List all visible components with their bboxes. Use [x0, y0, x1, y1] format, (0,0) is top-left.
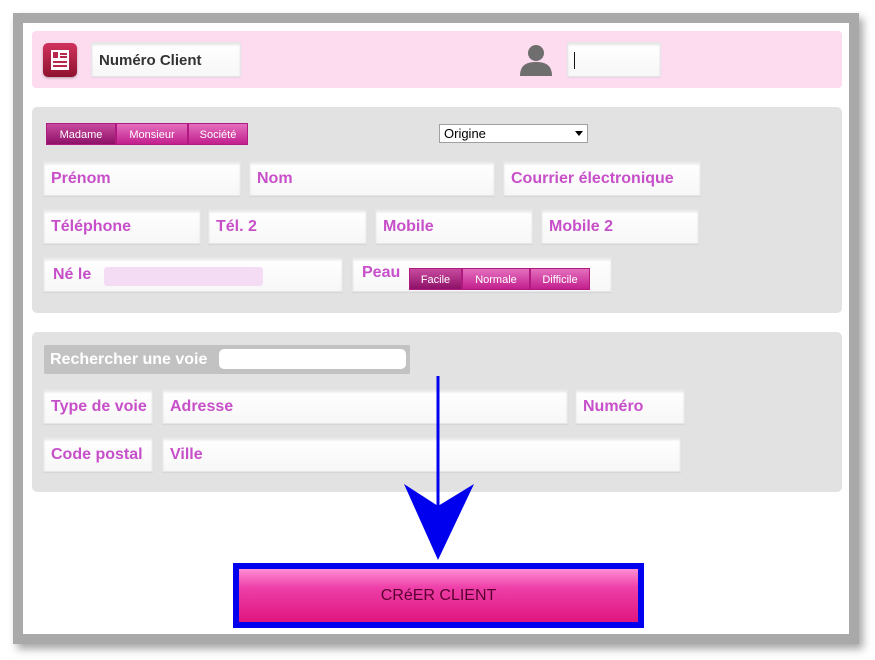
civility-madame[interactable]: Madame: [46, 123, 116, 145]
client-card-icon[interactable]: [43, 43, 77, 77]
birth-date-label: Né le: [53, 266, 92, 283]
first-name-field[interactable]: Prénom: [43, 161, 241, 196]
user-icon: [518, 42, 554, 76]
street-search-bar: Rechercher une voie: [44, 345, 410, 374]
street-search-label: Rechercher une voie: [50, 351, 208, 368]
address-field[interactable]: Adresse: [162, 389, 568, 424]
chevron-down-icon: [575, 131, 583, 136]
mobile-field[interactable]: Mobile: [375, 209, 533, 244]
phone2-field[interactable]: Tél. 2: [208, 209, 367, 244]
postal-code-field[interactable]: Code postal: [43, 437, 153, 472]
skin-type-label: Peau: [362, 264, 401, 281]
skin-normale[interactable]: Normale: [462, 268, 530, 290]
birth-date-group: Né le: [43, 257, 343, 292]
arrow-down-icon: [404, 376, 474, 560]
street-number-field[interactable]: Numéro: [575, 389, 685, 424]
civility-societe[interactable]: Société: [188, 123, 248, 145]
last-name-field[interactable]: Nom: [249, 161, 495, 196]
skin-difficile[interactable]: Difficile: [530, 268, 590, 290]
create-client-button[interactable]: CRéER CLIENT: [233, 563, 644, 628]
civility-monsieur[interactable]: Monsieur: [116, 123, 188, 145]
birth-date-input[interactable]: [104, 267, 263, 286]
text-cursor: [574, 52, 575, 69]
street-search-input[interactable]: [219, 349, 406, 369]
street-type-field[interactable]: Type de voie: [43, 389, 153, 424]
client-number-field[interactable]: Numéro Client: [91, 42, 241, 77]
user-field[interactable]: [567, 42, 661, 77]
email-field[interactable]: Courrier électronique: [503, 161, 701, 196]
origin-select-value: Origine: [444, 126, 486, 141]
origin-select[interactable]: Origine: [439, 124, 588, 143]
mobile2-field[interactable]: Mobile 2: [541, 209, 699, 244]
create-client-button-face: CRéER CLIENT: [239, 569, 638, 622]
phone-field[interactable]: Téléphone: [43, 209, 201, 244]
skin-facile[interactable]: Facile: [409, 268, 462, 290]
